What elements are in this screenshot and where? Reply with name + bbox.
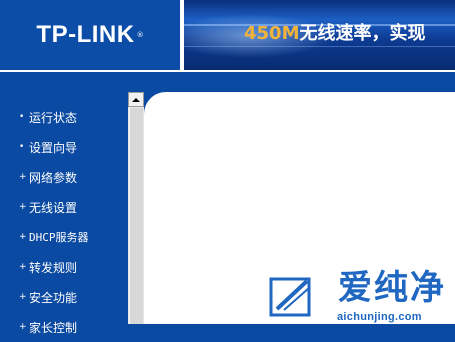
sidebar-menu: • 运行状态 • 设置向导 + 网络参数 + 无线设置 + DHCP服务器 + … [0, 102, 89, 342]
banner-stripe [184, 46, 455, 47]
sidebar-item-label: 转发规则 [29, 260, 78, 275]
sidebar-item-wireless[interactable]: + 无线设置 [0, 192, 89, 222]
banner-slogan: 450M无线速率，实现 [244, 22, 426, 46]
sidebar-item-parental-control[interactable]: + 家长控制 [0, 312, 89, 342]
sidebar-item-status[interactable]: • 运行状态 [0, 102, 89, 132]
header-banner: 450M无线速率，实现 [184, 0, 455, 70]
sidebar-item-forwarding[interactable]: + 转发规则 [0, 252, 89, 282]
watermark-name: 爱纯净 [338, 268, 446, 308]
sidebar-item-security[interactable]: + 安全功能 [0, 282, 89, 312]
sidebar-item-setup-wizard[interactable]: • 设置向导 [0, 132, 89, 162]
expand-plus-icon: + [19, 172, 27, 182]
banner-speed: 450M [244, 23, 300, 44]
sidebar-item-label: 家长控制 [29, 320, 78, 335]
banner-slogan-text: 无线速率，实现 [299, 23, 426, 44]
sidebar-nav: • 运行状态 • 设置向导 + 网络参数 + 无线设置 + DHCP服务器 + … [0, 92, 128, 335]
sidebar-scrollbar[interactable] [128, 92, 144, 324]
main-content: 爱纯净 aichunjing.com [144, 92, 455, 324]
sidebar-item-label: 网络参数 [29, 170, 78, 185]
sidebar-item-dhcp[interactable]: + DHCP服务器 [0, 222, 89, 252]
header-divider [0, 72, 455, 92]
expand-plus-icon: + [19, 262, 27, 272]
scroll-up-button[interactable] [128, 92, 144, 107]
scroll-thumb[interactable] [129, 108, 143, 324]
bullet-icon: • [19, 142, 25, 152]
sidebar-item-label: 设置向导 [29, 140, 78, 155]
expand-plus-icon: + [19, 292, 27, 302]
sidebar-item-label: 安全功能 [29, 290, 78, 305]
header: TP-LINK ® 450M无线速率，实现 [0, 0, 455, 72]
tp-link-logo: TP-LINK ® [0, 0, 180, 70]
expand-plus-icon: + [19, 202, 27, 212]
logo-text: TP-LINK [36, 21, 135, 48]
sidebar-item-label: DHCP服务器 [29, 231, 89, 244]
bullet-icon: • [19, 112, 25, 122]
arrow-up-icon [132, 97, 140, 102]
registered-mark: ® [136, 31, 144, 39]
sidebar-item-label: 无线设置 [29, 200, 78, 215]
watermark-logo-icon [269, 277, 311, 317]
sidebar-item-network[interactable]: + 网络参数 [0, 162, 89, 192]
sidebar-item-label: 运行状态 [29, 110, 78, 125]
expand-plus-icon: + [19, 232, 27, 242]
watermark-url: aichunjing.com [337, 311, 422, 323]
